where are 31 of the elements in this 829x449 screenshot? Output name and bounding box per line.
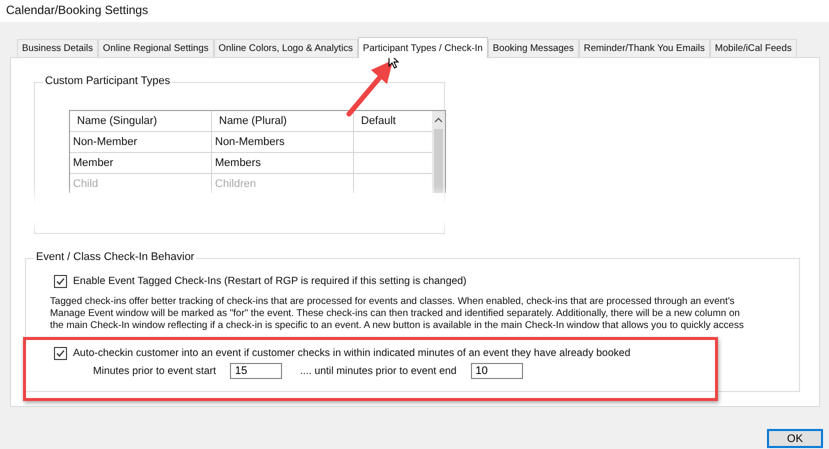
tab[interactable]: Participant Types / Check-In — [358, 37, 488, 58]
ok-button[interactable]: OK — [767, 429, 823, 448]
table-cell: Child — [70, 174, 212, 193]
table-cell: Members — [212, 153, 354, 173]
column-header[interactable]: Default — [354, 111, 432, 131]
field-label: Minutes prior to event start — [93, 366, 216, 376]
checkbox-label: Auto-checkin customer into an event if customer checks in within indicated minutes of an event they have already booked — [73, 348, 630, 359]
column-header[interactable]: Name (Plural) — [212, 111, 354, 131]
minutes-field[interactable]: 10 — [470, 363, 523, 379]
tab[interactable]: Mobile/iCal Feeds — [710, 39, 797, 57]
scrollbar[interactable] — [432, 111, 445, 193]
minutes-field[interactable]: 15 — [230, 363, 282, 379]
table-cell: Non-Members — [212, 132, 354, 152]
description-text: Tagged check-ins offer better tracking of check-ins that are processed for events and classes. When enabled, check-ins that are processed through an event's Manage Event window will be marked as "for" the event. These check-ins can then tracked and identified separately. Additionally, there will be a new column on the main Check-In window reflecting if a check-in is specific to an event. A new button is available in the main Check-In window that allows you to quickly access — [50, 296, 745, 332]
window-title: Calendar/Booking Settings — [0, 0, 829, 22]
checkbox[interactable] — [54, 275, 67, 288]
group-title: Custom Participant Types — [43, 75, 172, 87]
checkbox-label: Enable Event Tagged Check-Ins (Restart of RGP is required if this setting is changed) — [73, 276, 467, 287]
table-cell: Non-Member — [70, 132, 212, 152]
table-cell: Member — [70, 153, 212, 173]
scroll-up-icon[interactable] — [434, 117, 443, 123]
tab[interactable]: Online Colors, Logo & Analytics — [214, 39, 358, 57]
checkbox[interactable] — [54, 347, 67, 360]
tab[interactable]: Online Regional Settings — [98, 39, 214, 57]
table-cell: Children — [212, 174, 354, 193]
tab[interactable]: Reminder/Thank You Emails — [578, 39, 710, 57]
field-label: .... until minutes prior to event end — [300, 366, 457, 376]
column-header[interactable]: Name (Singular) — [70, 111, 212, 131]
tab[interactable]: Business Details — [17, 39, 98, 57]
group-title: Event / Class Check-In Behavior — [34, 251, 196, 263]
tab[interactable]: Booking Messages — [488, 39, 579, 57]
